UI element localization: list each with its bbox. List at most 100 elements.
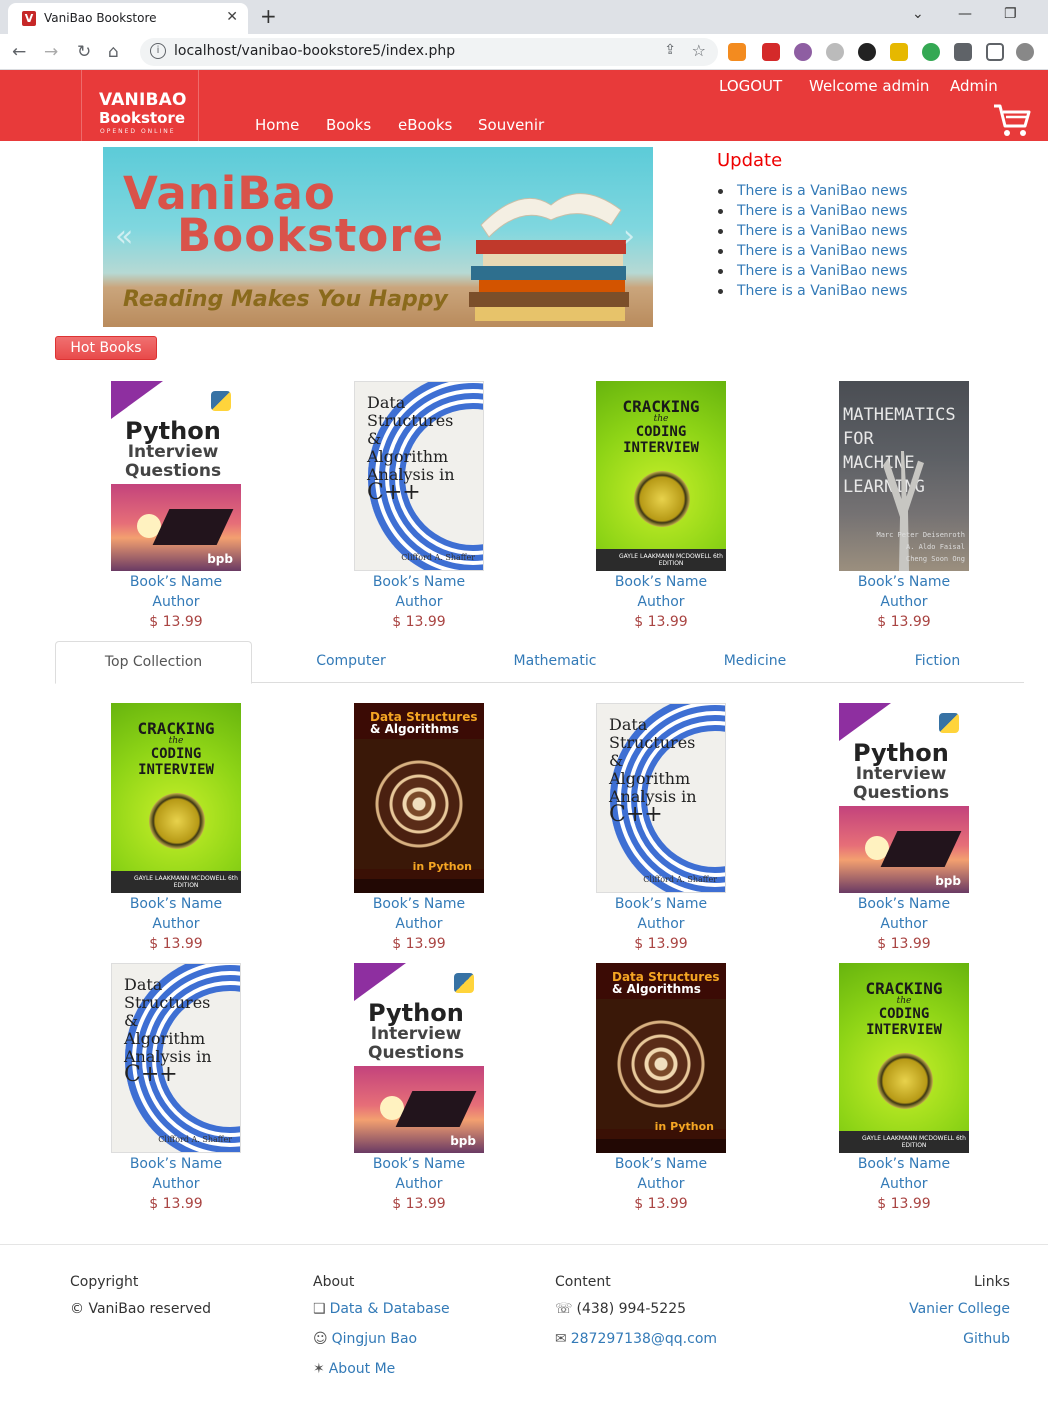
hot-books-button[interactable]: Hot Books xyxy=(55,336,157,360)
book-cover-image[interactable]: CRACKING the CODING INTERVIEW GAYLE LAAKMAN… xyxy=(596,381,726,571)
tab-mathematic[interactable]: Mathematic xyxy=(475,641,635,683)
metamask-extension-icon[interactable] xyxy=(728,43,746,61)
news-item[interactable]: There is a VaniBao news xyxy=(717,181,907,201)
share-icon[interactable]: ⇪ xyxy=(664,42,676,58)
book-name-link[interactable]: Book’s Name xyxy=(804,894,1004,914)
side-panel-icon[interactable] xyxy=(986,43,1004,61)
site-info-icon[interactable]: i xyxy=(150,43,166,59)
book-author-link[interactable]: Author xyxy=(76,592,276,612)
book-card[interactable]: MATHEMATICS FOR MACHINE LEARNING Marc Pete… xyxy=(804,381,1004,632)
book-author-link[interactable]: Author xyxy=(319,592,519,612)
nav-ebooks[interactable]: eBooks xyxy=(398,116,452,134)
book-card[interactable]: Data Structures & Algorithms in Python Book… xyxy=(561,963,761,1214)
news-item[interactable]: There is a VaniBao news xyxy=(717,241,907,261)
footer-link-data-database[interactable]: ❑ Data & Database xyxy=(313,1301,450,1317)
footer-link-github[interactable]: Github xyxy=(963,1331,1010,1347)
tab-close-icon[interactable]: ✕ xyxy=(226,9,238,25)
restore-icon[interactable]: ❐ xyxy=(1004,6,1017,22)
grey-extension-icon[interactable] xyxy=(826,43,844,61)
book-card[interactable]: Python Interview Questions bpb Book’s Name Au… xyxy=(76,381,276,632)
banner-prev-icon[interactable]: « xyxy=(115,219,133,254)
book-name-link[interactable]: Book’s Name xyxy=(76,894,276,914)
footer-email-link[interactable]: ✉ 287297138@qq.com xyxy=(555,1331,717,1347)
minimize-icon[interactable]: — xyxy=(958,6,972,22)
tab-computer[interactable]: Computer xyxy=(273,641,429,683)
book-card[interactable]: CRACKING the CODING INTERVIEW GAYLE LAAKMAN… xyxy=(804,963,1004,1214)
book-card[interactable]: Data Structures & Algorithms in Python Book… xyxy=(319,703,519,954)
book-cover-image[interactable]: Python Interview Questions bpb xyxy=(354,963,484,1153)
book-cover-image[interactable]: CRACKING the CODING INTERVIEW GAYLE LAAKMAN… xyxy=(839,963,969,1153)
profile-avatar[interactable] xyxy=(1016,43,1034,61)
url-text[interactable]: localhost/vanibao-bookstore5/index.php xyxy=(174,43,455,59)
book-card[interactable]: Python Interview Questions bpb Book’s Name Au… xyxy=(804,703,1004,954)
book-cover-image[interactable]: Data Structures & Algorithm Analysis in C++ Cl… xyxy=(596,703,726,893)
nav-souvenir[interactable]: Souvenir xyxy=(478,116,544,134)
bookmark-star-icon[interactable]: ☆ xyxy=(692,41,706,60)
book-card[interactable]: Data Structures & Algorithm Analysis in C++ Cl… xyxy=(76,963,276,1214)
book-name-link[interactable]: Book’s Name xyxy=(319,1154,519,1174)
pdf-extension-icon[interactable] xyxy=(762,43,780,61)
nav-books[interactable]: Books xyxy=(326,116,371,134)
book-name-link[interactable]: Book’s Name xyxy=(804,1154,1004,1174)
book-author-link[interactable]: Author xyxy=(319,914,519,934)
book-cover-image[interactable]: CRACKING the CODING INTERVIEW GAYLE LAAKMAN… xyxy=(111,703,241,893)
book-name-link[interactable]: Book’s Name xyxy=(76,1154,276,1174)
book-cover-image[interactable]: MATHEMATICS FOR MACHINE LEARNING Marc Pete… xyxy=(839,381,969,571)
book-cover-image[interactable]: Python Interview Questions bpb xyxy=(111,381,241,571)
book-author-link[interactable]: Author xyxy=(561,1174,761,1194)
extensions-puzzle-icon[interactable] xyxy=(954,43,972,61)
green-extension-icon[interactable] xyxy=(922,43,940,61)
book-card[interactable]: Data Structures & Algorithm Analysis in C++ Cl… xyxy=(319,381,519,632)
admin-link[interactable]: Admin xyxy=(950,77,998,95)
forward-icon[interactable]: → xyxy=(44,42,58,62)
logout-link[interactable]: LOGOUT xyxy=(719,77,782,95)
book-author-link[interactable]: Author xyxy=(804,1174,1004,1194)
book-name-link[interactable]: Book’s Name xyxy=(561,1154,761,1174)
book-author-link[interactable]: Author xyxy=(76,914,276,934)
footer-link-qingjun-bao[interactable]: ☺ Qingjun Bao xyxy=(313,1331,417,1347)
book-name-link[interactable]: Book’s Name xyxy=(804,572,1004,592)
book-cover-image[interactable]: Python Interview Questions bpb xyxy=(839,703,969,893)
omnibox[interactable]: i localhost/vanibao-bookstore5/index.php… xyxy=(140,38,718,66)
tab-top-collection[interactable]: Top Collection xyxy=(55,641,252,684)
book-name-link[interactable]: Book’s Name xyxy=(561,572,761,592)
book-name-link[interactable]: Book’s Name xyxy=(319,572,519,592)
nav-home[interactable]: Home xyxy=(255,116,299,134)
book-cover-image[interactable]: Data Structures & Algorithms in Python xyxy=(354,703,484,893)
news-item[interactable]: There is a VaniBao news xyxy=(717,201,907,221)
hero-banner[interactable]: « VaniBao Bookstore Reading Makes You Ha… xyxy=(103,147,653,327)
tab-fiction[interactable]: Fiction xyxy=(890,641,985,683)
book-card[interactable]: CRACKING the CODING INTERVIEW GAYLE LAAKMAN… xyxy=(76,703,276,954)
book-card[interactable]: Data Structures & Algorithm Analysis in C++ Cl… xyxy=(561,703,761,954)
book-card[interactable]: CRACKING the CODING INTERVIEW GAYLE LAAKMAN… xyxy=(561,381,761,632)
book-name-link[interactable]: Book’s Name xyxy=(76,572,276,592)
news-item[interactable]: There is a VaniBao news xyxy=(717,281,907,301)
shopping-cart-icon[interactable] xyxy=(992,102,1032,138)
home-icon[interactable]: ⌂ xyxy=(108,42,119,62)
news-item[interactable]: There is a VaniBao news xyxy=(717,221,907,241)
footer-link-about-me[interactable]: ✶ About Me xyxy=(313,1361,395,1377)
tab-search-icon[interactable]: ⌄ xyxy=(912,6,924,22)
site-logo[interactable]: VANIBAO Bookstore OPENED ONLINE xyxy=(81,70,199,141)
book-author-link[interactable]: Author xyxy=(561,914,761,934)
play-extension-icon[interactable] xyxy=(858,43,876,61)
book-author-link[interactable]: Author xyxy=(561,592,761,612)
book-cover-image[interactable]: Data Structures & Algorithm Analysis in C++ Cl… xyxy=(354,381,484,571)
book-author-link[interactable]: Author xyxy=(319,1174,519,1194)
book-name-link[interactable]: Book’s Name xyxy=(561,894,761,914)
yellow-extension-icon[interactable] xyxy=(890,43,908,61)
book-cover-image[interactable]: Data Structures & Algorithms in Python xyxy=(596,963,726,1153)
banner-next-icon[interactable]: › xyxy=(623,219,635,254)
book-cover-image[interactable]: Data Structures & Algorithm Analysis in C++ Cl… xyxy=(111,963,241,1153)
reload-icon[interactable]: ↻ xyxy=(77,42,91,62)
browser-tab[interactable]: V VaniBao Bookstore ✕ xyxy=(8,3,248,34)
tab-medicine[interactable]: Medicine xyxy=(685,641,825,683)
back-icon[interactable]: ← xyxy=(12,42,26,62)
book-name-link[interactable]: Book’s Name xyxy=(319,894,519,914)
footer-link-vanier-college[interactable]: Vanier College xyxy=(909,1301,1010,1317)
book-card[interactable]: Python Interview Questions bpb Book’s Name Au… xyxy=(319,963,519,1214)
purple-extension-icon[interactable] xyxy=(794,43,812,61)
book-author-link[interactable]: Author xyxy=(76,1174,276,1194)
news-item[interactable]: There is a VaniBao news xyxy=(717,261,907,281)
book-author-link[interactable]: Author xyxy=(804,914,1004,934)
